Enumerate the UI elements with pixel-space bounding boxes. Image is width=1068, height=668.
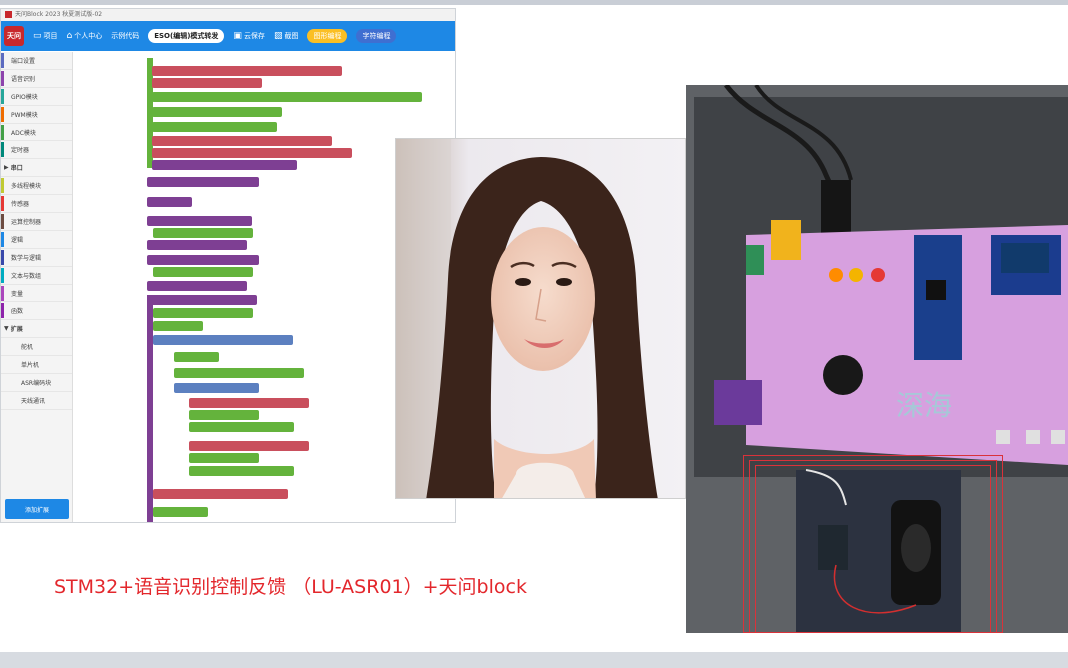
code-block[interactable]	[152, 122, 277, 132]
tianwen-block-window: 天问Block 2023 秋夏测试版-02 天问 ▭ 项目 ⌂ 个人中心 示例代码 …	[0, 8, 456, 523]
code-block[interactable]	[153, 228, 253, 238]
caret-right-icon: ▶	[4, 164, 11, 172]
code-block[interactable]	[153, 489, 288, 499]
top-strip	[0, 0, 1068, 5]
menu-personal-center[interactable]: ⌂ 个人中心	[67, 31, 103, 41]
code-block[interactable]	[153, 267, 253, 277]
code-block[interactable]	[152, 160, 297, 170]
hardware-photo: 深海	[686, 85, 1068, 633]
svg-text:深海: 深海	[896, 389, 952, 422]
category-item-serial[interactable]: ▶ 串口	[1, 159, 72, 178]
screenshot-button[interactable]: ▨ 截图	[274, 31, 299, 41]
code-block[interactable]	[152, 148, 352, 158]
window-title: 天问Block 2023 秋夏测试版-02	[15, 11, 103, 18]
code-block[interactable]	[147, 295, 257, 305]
category-item[interactable]: 定时器	[1, 141, 72, 160]
code-block[interactable]	[153, 507, 208, 517]
bottom-strip	[0, 652, 1068, 668]
code-block[interactable]	[174, 368, 304, 378]
category-item[interactable]: ASR编码块	[1, 374, 72, 392]
category-item[interactable]: 文本与数组	[1, 267, 72, 285]
window-titlebar: 天问Block 2023 秋夏测试版-02	[1, 9, 455, 21]
code-block[interactable]	[147, 197, 192, 207]
portrait-image	[396, 139, 685, 498]
code-block[interactable]	[153, 335, 293, 345]
code-block[interactable]	[189, 466, 294, 476]
block-category-sidebar: 端口设置 语音识别 GPIO模块 PWM模块 ADC模块 定时器 ▶ 串口 多线…	[1, 52, 73, 522]
category-item[interactable]: 变量	[1, 285, 72, 303]
code-block[interactable]	[152, 136, 332, 146]
code-block[interactable]	[174, 352, 219, 362]
code-block[interactable]	[153, 321, 203, 331]
category-item[interactable]: GPIO模块	[1, 88, 72, 106]
code-block[interactable]	[189, 422, 294, 432]
code-block[interactable]	[147, 177, 259, 187]
category-item[interactable]: 数学与逻辑	[1, 249, 72, 267]
graphic-programming-tab[interactable]: 图形编程	[307, 29, 348, 43]
main-toolbar: 天问 ▭ 项目 ⌂ 个人中心 示例代码 ESO(编辑)模式转发 ▣ 云保存 ▨ 截图 图…	[1, 21, 455, 51]
code-block[interactable]	[152, 78, 262, 88]
code-block[interactable]	[147, 255, 259, 265]
character-programming-tab[interactable]: 字符编程	[356, 29, 397, 43]
home-icon: ⌂	[66, 31, 73, 41]
caret-down-icon: ▼	[4, 325, 11, 333]
code-block[interactable]	[147, 522, 192, 523]
slide-caption: STM32+语音识别控制反馈 （LU-ASR01）+天问block	[54, 576, 527, 598]
category-item[interactable]: 舵机	[1, 338, 72, 357]
code-block[interactable]	[147, 240, 247, 250]
code-block[interactable]	[189, 453, 259, 463]
category-item[interactable]: 天线通讯	[1, 392, 72, 410]
save-icon: ▣	[233, 31, 242, 41]
folder-icon: ▭	[33, 31, 42, 41]
category-item[interactable]: 传感器	[1, 195, 72, 214]
code-block[interactable]	[147, 281, 247, 291]
category-item[interactable]: 函数	[1, 302, 72, 321]
mode-switch-button[interactable]: ESO(编辑)模式转发	[148, 29, 225, 43]
menu-project[interactable]: ▭ 项目	[33, 31, 58, 41]
menu-example-code[interactable]: 示例代码	[111, 31, 139, 41]
cloud-save-button[interactable]: ▣ 云保存	[233, 31, 265, 41]
app-logo: 天问	[4, 26, 24, 46]
code-block[interactable]	[153, 308, 253, 318]
highlight-box	[755, 465, 991, 633]
category-item[interactable]: 端口设置	[1, 52, 72, 70]
category-item[interactable]: 逻辑	[1, 231, 72, 249]
category-item[interactable]: 多线程模块	[1, 177, 72, 196]
code-block[interactable]	[189, 441, 309, 451]
slide-canvas: 天问Block 2023 秋夏测试版-02 天问 ▭ 项目 ⌂ 个人中心 示例代码 …	[0, 0, 1068, 668]
code-block[interactable]	[174, 383, 259, 393]
code-block[interactable]	[189, 410, 259, 420]
category-item[interactable]: 单片机	[1, 356, 72, 375]
image-icon: ▨	[273, 31, 283, 41]
category-item[interactable]: 语音识别	[1, 70, 72, 88]
add-extension-button[interactable]: 添加扩展	[5, 499, 69, 519]
code-block[interactable]	[189, 398, 309, 408]
code-block[interactable]	[152, 66, 342, 76]
category-item[interactable]: PWM模块	[1, 106, 72, 124]
code-block[interactable]	[152, 107, 282, 117]
category-item-extensions[interactable]: ▼ 扩展	[1, 320, 72, 339]
portrait-photo	[395, 138, 686, 499]
app-icon	[5, 11, 12, 18]
category-item[interactable]: 运算控制器	[1, 213, 72, 231]
code-block[interactable]	[147, 216, 252, 226]
category-item[interactable]: ADC模块	[1, 124, 72, 142]
code-block[interactable]	[152, 92, 422, 102]
